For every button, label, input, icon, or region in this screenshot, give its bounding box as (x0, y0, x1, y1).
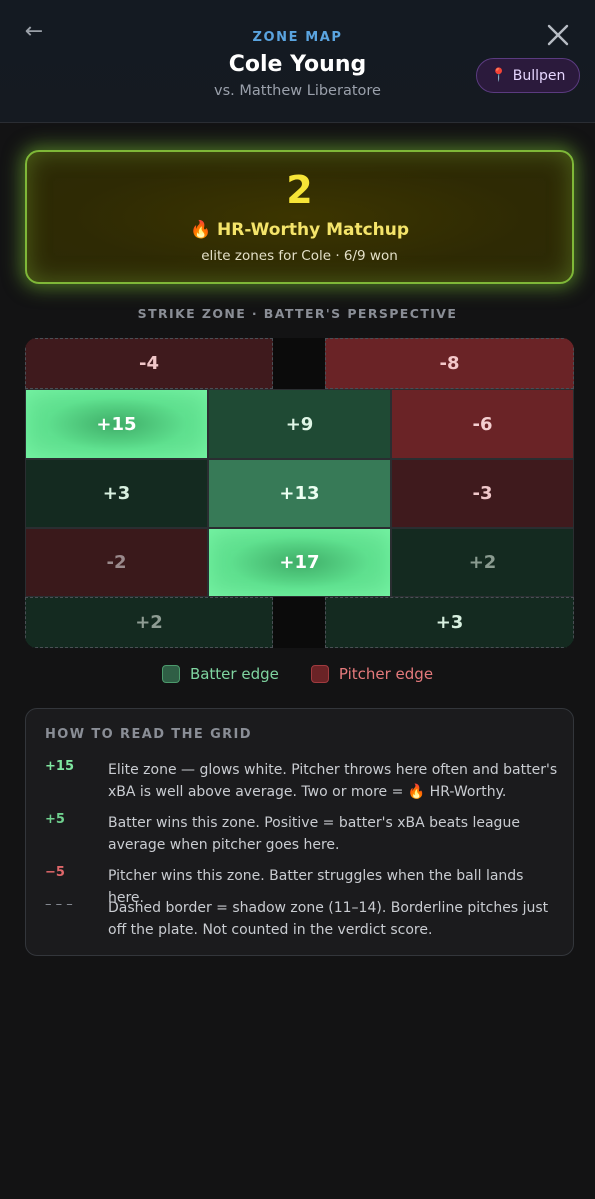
verdict-card: 2 🔥 HR-Worthy Matchup elite zones for Co… (25, 150, 574, 284)
zone-r2c1[interactable]: +3 (25, 459, 208, 528)
bullpen-label: Bullpen (512, 67, 566, 84)
guide-key-shadow: – – – (45, 897, 73, 912)
guide-key-batter: +5 (45, 812, 65, 827)
zone-shadow-top-right[interactable]: -8 (325, 338, 574, 389)
verdict-detail: elite zones for Cole · 6/9 won (201, 248, 398, 264)
zone-r3c3[interactable]: +2 (391, 528, 574, 597)
guide-row-elite: +15 Elite zone — glows white. Pitcher th… (45, 759, 560, 803)
guide-text-elite: Elite zone — glows white. Pitcher throws… (108, 762, 558, 800)
legend-batter-label: Batter edge (189, 665, 279, 683)
bullpen-button[interactable]: 📍 Bullpen (476, 58, 580, 93)
close-button[interactable] (545, 22, 571, 48)
guide-text-batter: Batter wins this zone. Positive = batter… (108, 815, 520, 853)
zone-r3c2-elite[interactable]: +17 (208, 528, 391, 597)
guide-row-pitcher: −5 Pitcher wins this zone. Batter strugg… (45, 865, 560, 906)
guide-title: HOW TO READ THE GRID (45, 727, 252, 742)
zone-shadow-top-left[interactable]: -4 (25, 338, 273, 389)
zone-r1c2[interactable]: +9 (208, 389, 391, 459)
legend: Batter edge Pitcher edge (0, 665, 595, 683)
legend-pitcher: Pitcher edge (310, 665, 434, 683)
zone-r1c3[interactable]: -6 (391, 389, 574, 459)
zone-shadow-bottom-right[interactable]: +3 (325, 597, 574, 648)
zone-r2c3[interactable]: -3 (391, 459, 574, 528)
zone-map-eyebrow: ZONE MAP (252, 30, 343, 45)
strike-zone-grid: -4 -8 +15 +9 -6 +3 +13 -3 -2 +17 +2 +2 +… (25, 338, 574, 648)
guide-key-pitcher: −5 (45, 865, 65, 880)
guide-row-batter: +5 Batter wins this zone. Positive = bat… (45, 812, 560, 856)
zone-r3c1[interactable]: -2 (25, 528, 208, 597)
zone-r2c2[interactable]: +13 (208, 459, 391, 528)
verdict-score: 2 (286, 168, 313, 212)
close-icon (547, 24, 569, 46)
strike-zone-heading: STRIKE ZONE · BATTER'S PERSPECTIVE (137, 306, 458, 321)
guide-key-elite: +15 (45, 759, 74, 774)
zone-r1c1-elite[interactable]: +15 (25, 389, 208, 459)
header: ← ZONE MAP Cole Young vs. Matthew Libera… (0, 0, 595, 123)
zone-shadow-bottom-left[interactable]: +2 (25, 597, 273, 648)
guide-text-shadow: Dashed border = shadow zone (11–14). Bor… (108, 900, 549, 938)
batter-swatch (161, 665, 180, 683)
pin-icon: 📍 (490, 68, 507, 83)
grid-guide-card: HOW TO READ THE GRID +15 Elite zone — gl… (25, 708, 574, 956)
verdict-label: 🔥 HR-Worthy Matchup (189, 220, 410, 240)
pitcher-swatch (310, 665, 329, 683)
guide-row-shadow: – – – Dashed border = shadow zone (11–14… (45, 897, 560, 941)
legend-batter: Batter edge (161, 665, 279, 683)
legend-pitcher-label: Pitcher edge (338, 665, 434, 683)
